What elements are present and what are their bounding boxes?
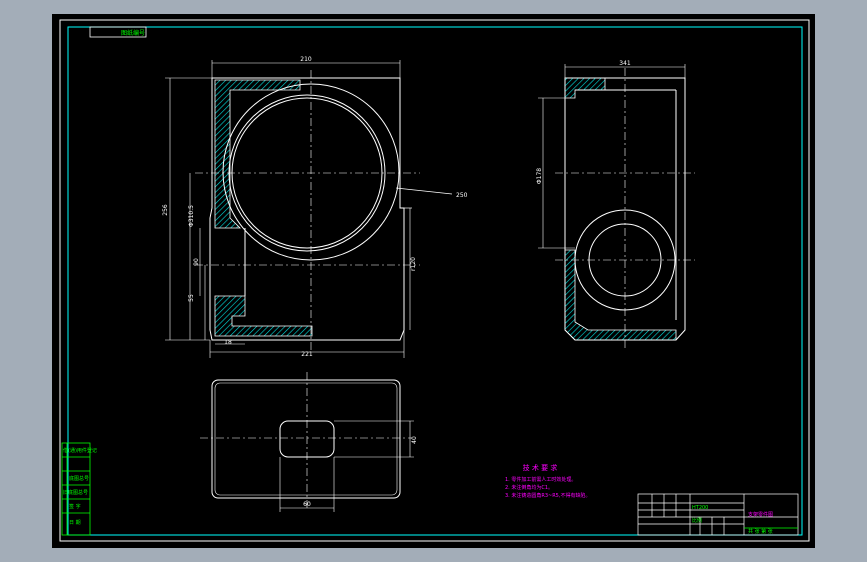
dim-slot-width: 60	[303, 501, 311, 508]
tech-item-3: 3. 未注铸造圆角R3~R5,不得有缺陷。	[505, 492, 590, 499]
title-material: HT200	[692, 505, 708, 511]
dim-side-width: 341	[619, 60, 631, 67]
dim-sub-b: 55	[188, 294, 195, 302]
dim-bore: Φ310.5	[188, 205, 195, 227]
title-scale-label: 比例	[692, 517, 702, 524]
dim-overall-height: 256	[162, 204, 169, 216]
drawing-sheet	[52, 14, 815, 548]
tech-item-1: 1. 零件加工前需人工时效处理。	[505, 476, 576, 483]
dim-bottom-width: 221	[301, 351, 313, 358]
dim-side-bore: Φ178	[536, 168, 543, 184]
title-sheet-label: 共 张 第 张	[748, 528, 773, 535]
drawing-number-text: 图纸编号	[121, 29, 145, 37]
title-part-name: 支架零件图	[748, 511, 773, 518]
registry-row-4: 签 字	[69, 503, 81, 510]
registry-row-5: 日 期	[69, 520, 81, 526]
cad-drawing-viewport: 图纸编号 210 250 256 Φ310.5 90 55 r120 18 22…	[52, 14, 815, 548]
tech-item-2: 2. 未注倒角均为C1。	[505, 484, 553, 491]
dim-sub-a: 90	[193, 258, 200, 266]
registry-row-1: 借(通)用件登记	[63, 447, 97, 454]
dim-radius-r: r120	[410, 257, 417, 271]
tech-requirements-title: 技 术 要 求	[523, 463, 558, 472]
dim-slot-height: 40	[411, 436, 418, 444]
registry-row-3: 底图总号	[69, 475, 89, 482]
registry-row-2: 旧底图总号	[63, 489, 88, 496]
dim-bottom-small: 18	[224, 339, 232, 346]
dim-radius-note: 250	[456, 192, 468, 199]
dim-top-width: 210	[300, 56, 312, 63]
